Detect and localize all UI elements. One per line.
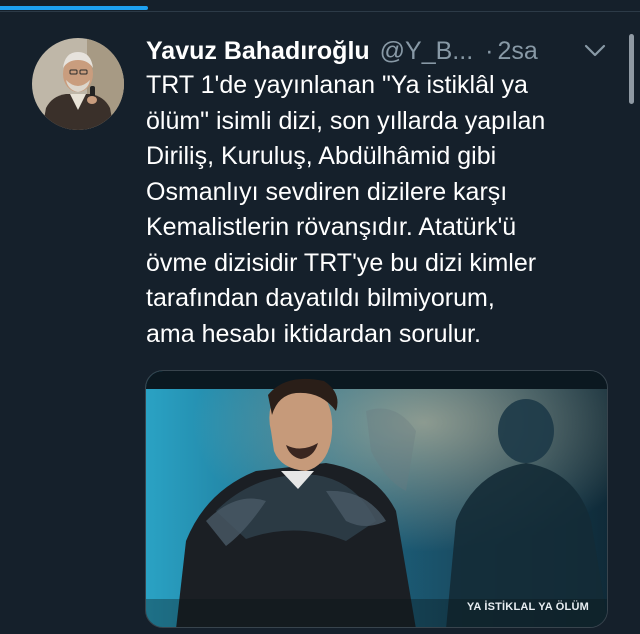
- loading-progress-fill: [0, 6, 148, 10]
- author-name[interactable]: Yavuz Bahadıroğlu: [146, 37, 370, 66]
- avatar-image: [32, 38, 124, 130]
- tweet-media-image[interactable]: YA İSTİKLAL YA ÖLÜM: [145, 370, 608, 628]
- avatar[interactable]: [32, 38, 124, 130]
- scrollbar[interactable]: [629, 34, 634, 104]
- author-handle[interactable]: @Y_B...: [380, 37, 473, 66]
- tweet-text-line: ama hesabı iktidardan sorulur.: [146, 319, 481, 348]
- tweet-text-line: Kemalistlerin rövanşıdır. Atatürk'ü: [146, 213, 517, 241]
- top-loading-bar: [0, 0, 640, 12]
- tweet-text-line: övme dizisidir TRT'ye bu dizi kimler: [146, 248, 537, 277]
- tweet-header: Yavuz Bahadıroğlu @Y_B... · 2sa: [146, 34, 620, 68]
- tv-screenshot-image: [146, 371, 607, 627]
- media-caption: YA İSTİKLAL YA ÖLÜM: [466, 601, 589, 613]
- chevron-down-icon[interactable]: [580, 36, 610, 66]
- tweet-text-line: Osmanlıyı sevdiren dizilere karşı: [146, 177, 508, 206]
- separator-dot: ·: [485, 36, 494, 65]
- tweet-text-line: TRT 1'de yayınlanan "Ya istiklâl ya: [146, 71, 528, 99]
- tweet-text-line: Diriliş, Kuruluş, Abdülhâmid gibi: [146, 142, 497, 170]
- tweet-timestamp[interactable]: 2sa: [497, 37, 537, 66]
- tweet-text-line: ölüm" isimli dizi, son yıllarda yapılan: [146, 106, 546, 135]
- tweet-text-line: tarafından dayatıldı bilmiyorum,: [146, 284, 495, 312]
- tweet-text: TRT 1'de yayınlanan "Ya istiklâl ya ölüm…: [146, 68, 616, 352]
